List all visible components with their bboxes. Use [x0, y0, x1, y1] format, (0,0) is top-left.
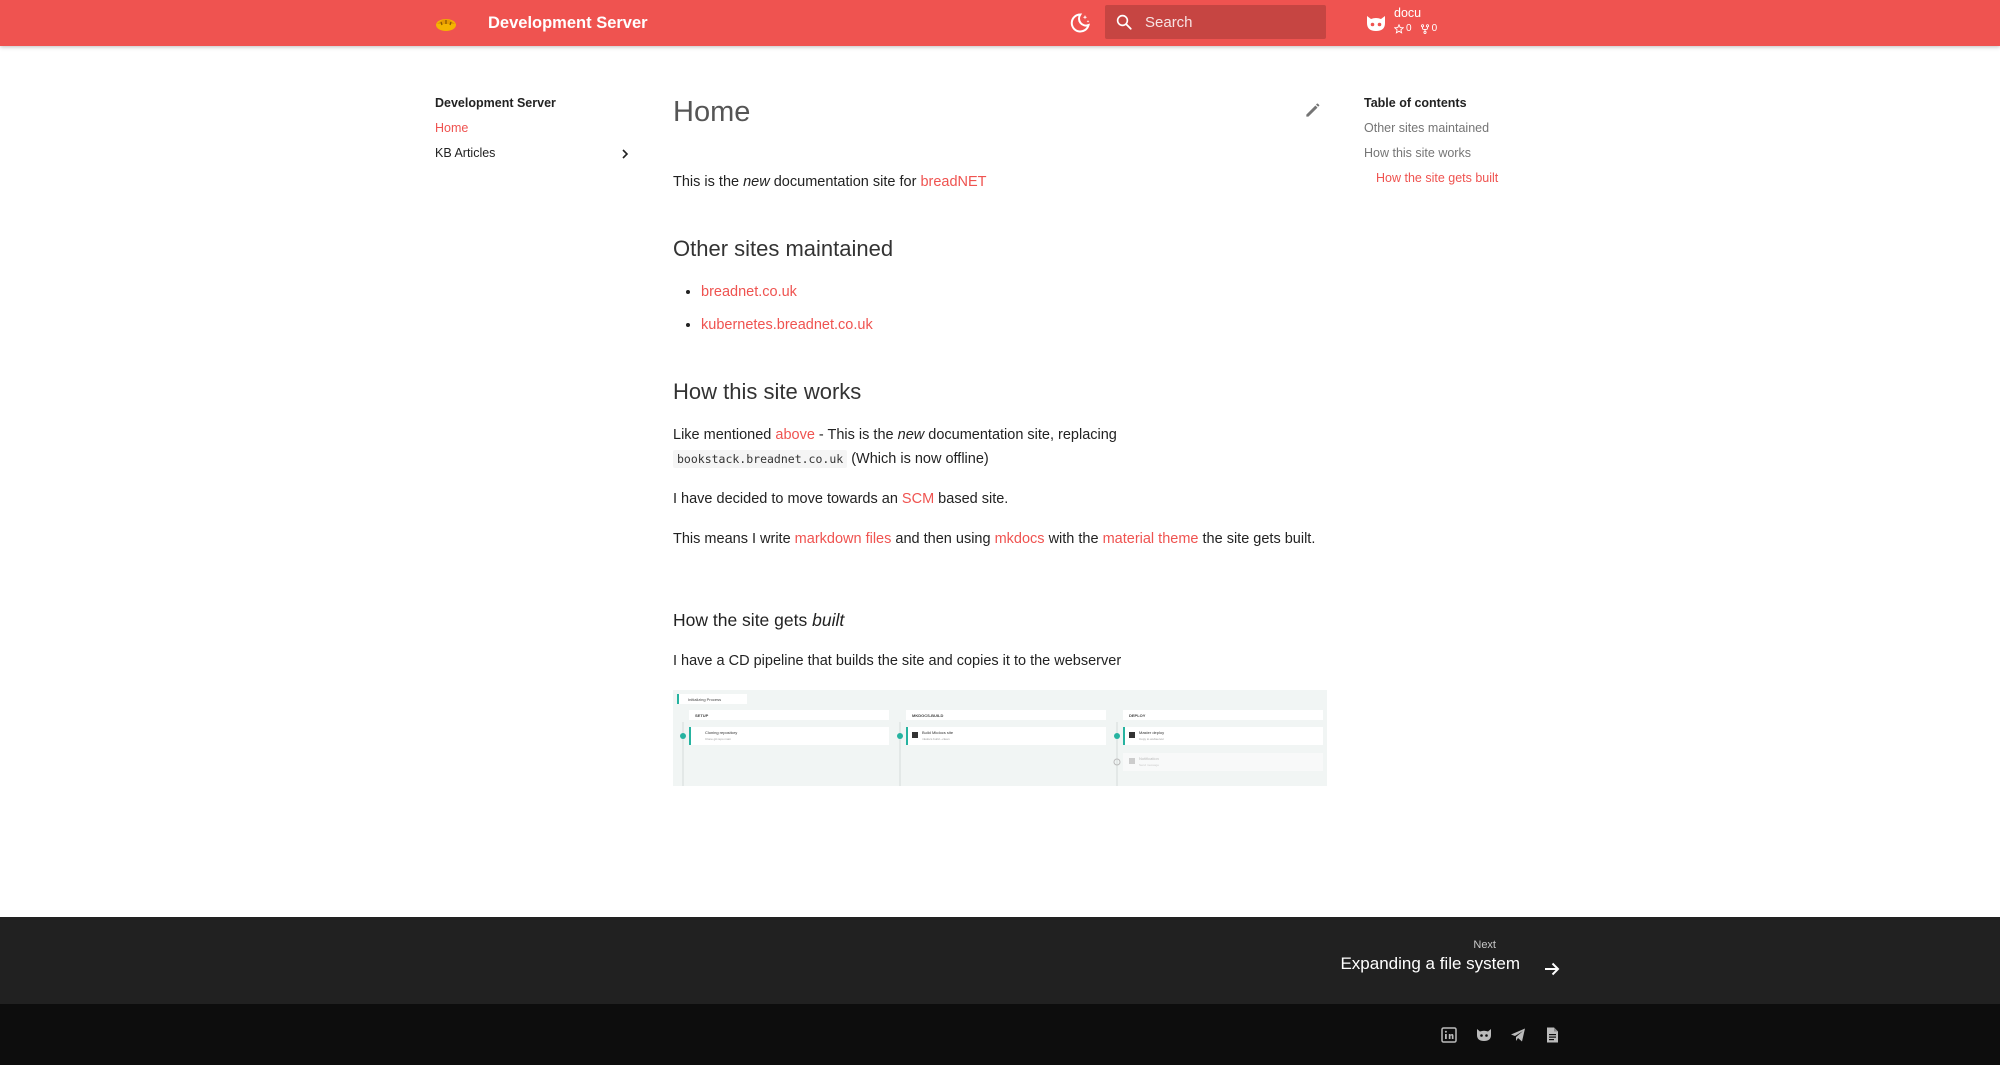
toc-item-other-sites[interactable]: Other sites maintained: [1364, 116, 1584, 141]
github-icon[interactable]: [1475, 1026, 1493, 1044]
fork-icon: [1420, 23, 1429, 34]
svg-text:Copy to webserver: Copy to webserver: [1139, 737, 1164, 741]
search-icon: [1116, 14, 1132, 30]
nav-title: Development Server: [435, 96, 556, 110]
mkdocs-link[interactable]: mkdocs: [995, 531, 1045, 547]
svg-text:mkdocs build --clean: mkdocs build --clean: [922, 737, 950, 741]
paragraph-replacing: Like mentioned above - This is the new d…: [673, 427, 1117, 468]
breadnet-link[interactable]: breadNET: [920, 174, 986, 190]
repo-stars: 0: [1406, 23, 1412, 34]
material-theme-link[interactable]: material theme: [1103, 531, 1199, 547]
repo-facts: 0 0: [1394, 23, 1437, 34]
site-title[interactable]: Development Server: [488, 12, 648, 34]
svg-text:DEPLOY: DEPLOY: [1129, 713, 1146, 718]
repo-name: docu: [1394, 6, 1422, 20]
svg-text:MKDOCS-BUILD: MKDOCS-BUILD: [912, 713, 943, 718]
heading-site-built: How the site gets built: [673, 610, 845, 630]
header: Development Server docu 0 0: [0, 0, 2000, 46]
document-icon[interactable]: [1543, 1026, 1561, 1044]
github-icon: [1367, 16, 1385, 31]
arrow-right-icon: [1545, 962, 1560, 976]
search-box[interactable]: [1105, 5, 1326, 39]
primary-nav: Development Server Home KB Articles: [435, 96, 635, 166]
next-label: Next: [1473, 939, 1496, 951]
toc-item-how-site-works[interactable]: How this site works: [1364, 141, 1584, 166]
sites-list: breadnet.co.uk kubernetes.breadnet.co.uk: [701, 280, 873, 346]
footer-meta: [0, 1004, 2000, 1065]
table-of-contents: Table of contents Other sites maintained…: [1364, 96, 1584, 191]
linkedin-icon[interactable]: [1440, 1026, 1458, 1044]
search-input[interactable]: [1145, 5, 1320, 39]
paragraph-pipeline: I have a CD pipeline that builds the sit…: [673, 653, 1122, 669]
next-title: Expanding a file system: [1340, 954, 1520, 973]
svg-text:Send message: Send message: [1139, 763, 1159, 767]
nav-item-home[interactable]: Home: [435, 116, 635, 141]
markdown-link[interactable]: markdown files: [795, 531, 892, 547]
svg-text:Build Mkdocs site: Build Mkdocs site: [922, 730, 954, 735]
pencil-icon[interactable]: [1303, 100, 1323, 120]
article: Home This is the new documentation site …: [673, 92, 1327, 786]
intro-paragraph: This is the new documentation site for b…: [673, 174, 987, 190]
next-page-link[interactable]: Next Expanding a file system: [1330, 939, 1562, 983]
page-title: Home: [673, 96, 751, 128]
svg-text:SETUP: SETUP: [695, 713, 709, 718]
list-item: breadnet.co.uk: [701, 280, 873, 313]
toc-item-site-built[interactable]: How the site gets built: [1364, 166, 1584, 191]
heading-how-site-works: How this site works: [673, 379, 862, 404]
telegram-icon[interactable]: [1509, 1026, 1527, 1044]
pipeline-image: Initializing Process SETUP Cloning repos…: [673, 690, 1327, 786]
svg-text:Notification: Notification: [1139, 756, 1159, 761]
svg-text:Clone git repo main: Clone git repo main: [705, 737, 731, 741]
moon-icon[interactable]: [1068, 11, 1092, 35]
paragraph-scm: I have decided to move towards an SCM ba…: [673, 491, 1009, 507]
svg-text:Master deploy: Master deploy: [1139, 730, 1164, 735]
nav-item-label: KB Articles: [435, 146, 496, 160]
above-link[interactable]: above: [775, 427, 815, 443]
site-link-kubernetes[interactable]: kubernetes.breadnet.co.uk: [701, 317, 873, 333]
star-icon: [1394, 23, 1404, 34]
site-link-breadnet[interactable]: breadnet.co.uk: [701, 284, 797, 300]
footer-nav: Next Expanding a file system: [0, 917, 2000, 1004]
repo-forks: 0: [1431, 23, 1438, 34]
list-item: kubernetes.breadnet.co.uk: [701, 313, 873, 346]
toc-title: Table of contents: [1364, 96, 1467, 110]
svg-text:Cloning repository: Cloning repository: [705, 730, 737, 735]
bread-logo-icon[interactable]: [435, 14, 457, 32]
inline-code: bookstack.breadnet.co.uk: [673, 450, 848, 468]
paragraph-markdown: This means I write markdown files and th…: [673, 531, 1316, 547]
pipeline-header: Initializing Process: [688, 697, 721, 702]
scm-link[interactable]: SCM: [902, 491, 934, 507]
chevron-right-icon[interactable]: [618, 147, 632, 161]
nav-item-kb-articles[interactable]: KB Articles: [435, 141, 635, 166]
heading-other-sites: Other sites maintained: [673, 236, 894, 261]
